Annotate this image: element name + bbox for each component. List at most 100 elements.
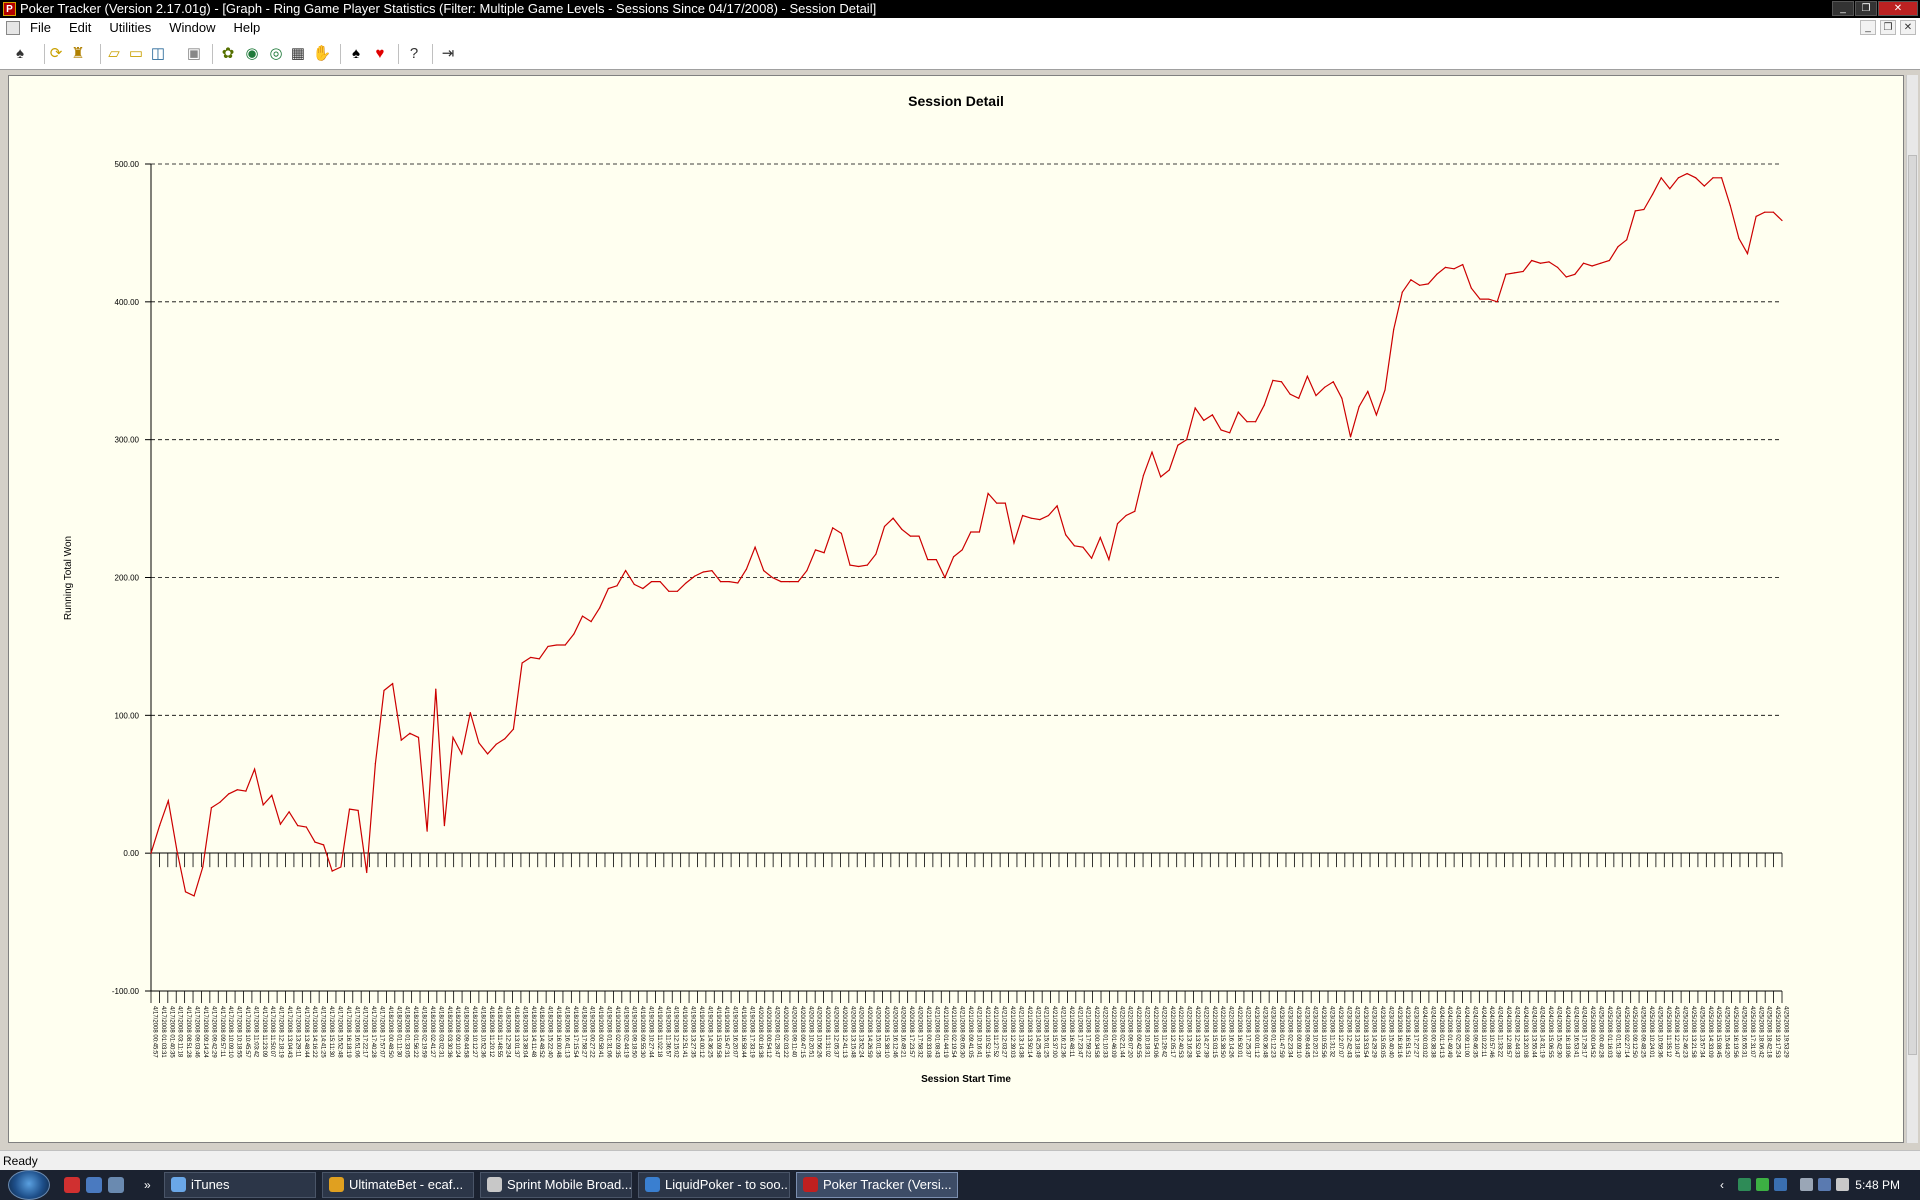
x-tick-label: 4/18/2008 02:19:59 (421, 1006, 427, 1058)
x-tick-label: 4/24/2008 13:20:08 (1522, 1006, 1528, 1058)
x-tick-label: 4/24/2008 15:06:55 (1547, 1006, 1553, 1058)
refresh-icon[interactable]: ⟳ (46, 44, 66, 64)
x-tick-label: 4/23/2008 01:47:59 (1278, 1006, 1284, 1058)
x-tick-label: 4/23/2008 13:18:18 (1354, 1006, 1360, 1058)
player-swap-icon[interactable]: ♠ (10, 44, 30, 64)
show-desktop-icon[interactable] (86, 1177, 102, 1193)
x-tick-label: 4/22/2008 15:03:15 (1211, 1006, 1217, 1058)
x-tick-label: 4/21/2008 12:39:03 (1009, 1006, 1015, 1058)
x-tick-label: 4/18/2008 14:48:52 (538, 1006, 544, 1058)
x-tick-label: 4/21/2008 02:19:54 (950, 1006, 956, 1058)
x-tick-label: 4/17/2008 10:09:10 (227, 1006, 233, 1058)
x-tick-label: 4/17/2008 17:22:17 (362, 1006, 368, 1058)
sprint-tray-icon[interactable] (1756, 1178, 1769, 1191)
x-tick-label: 4/17/2008 09:14:24 (202, 1006, 208, 1058)
x-tick-label: 4/17/2008 13:04:43 (286, 1006, 292, 1058)
open-folder-icon[interactable]: ▱ (104, 44, 124, 64)
x-tick-label: 4/23/2008 12:07:07 (1337, 1006, 1343, 1058)
taskbar-button-label: LiquidPoker - to soo... (665, 1177, 790, 1192)
x-tick-label: 4/18/2008 13:38:04 (521, 1006, 527, 1058)
x-tick-label: 4/18/2008 01:33:05 (404, 1006, 410, 1058)
update-icon[interactable]: ◉ (242, 44, 262, 64)
menu-edit[interactable]: Edit (69, 18, 91, 38)
chart-title: Session Detail (908, 93, 1004, 109)
minimize-button[interactable]: _ (1832, 1, 1854, 16)
y-tick-labels: 500.00 400.00 300.00 200.00 100.00 0.00 -100.0… (112, 160, 140, 996)
taskbar-button-poker-tracker[interactable]: Poker Tracker (Versi... (796, 1172, 958, 1198)
x-tick-label: 4/20/2008 14:26:59 (866, 1006, 872, 1058)
x-tick-label: 4/21/2008 13:50:14 (1026, 1006, 1032, 1058)
x-tick-label: 4/24/2008 15:42:30 (1556, 1006, 1562, 1058)
clock[interactable]: 5:48 PM (1855, 1170, 1900, 1200)
grid-icon[interactable]: ▦ (288, 44, 308, 64)
chevron-right-icon[interactable]: » (144, 1170, 151, 1200)
x-tick-label: 4/25/2008 09:12:50 (1631, 1006, 1637, 1058)
y-tick-label: 200.00 (115, 574, 140, 583)
x-tick-label: 4/19/2008 01:31:06 (605, 1006, 611, 1058)
x-tick-label: 4/24/2008 17:29:17 (1581, 1006, 1587, 1058)
x-tick-label: 4/21/2008 17:59:22 (1085, 1006, 1091, 1058)
volume-icon[interactable] (1836, 1178, 1849, 1191)
x-tick-label: 4/18/2008 17:58:27 (580, 1006, 586, 1058)
import-icon[interactable]: ✿ (218, 44, 238, 64)
x-tick-label: 4/22/2008 13:52:04 (1194, 1006, 1200, 1058)
title-bar[interactable]: P Poker Tracker (Version 2.17.01g) - [Gr… (0, 0, 1920, 18)
menu-bar: File Edit Utilities Window Help _ ❐ ✕ (0, 18, 1920, 38)
help-icon[interactable]: ? (404, 44, 424, 64)
x-tick-label: 4/22/2008 09:07:20 (1127, 1006, 1133, 1058)
menu-utilities[interactable]: Utilities (109, 18, 151, 38)
close-button[interactable]: ✕ (1878, 1, 1918, 16)
auto-import-icon[interactable]: ◎ (266, 44, 286, 64)
taskbar-button-sprint[interactable]: Sprint Mobile Broad... (480, 1172, 632, 1198)
mdi-close-button[interactable]: ✕ (1900, 20, 1916, 35)
restore-button[interactable]: ❐ (1855, 1, 1877, 16)
menu-file[interactable]: File (30, 18, 51, 38)
switch-windows-icon[interactable] (108, 1177, 124, 1193)
y-axis-label: Running Total Won (63, 536, 74, 620)
scrollbar-thumb[interactable] (1908, 155, 1917, 1055)
network-icon[interactable] (1738, 1178, 1751, 1191)
poker-tracker-app-icon[interactable]: P (3, 2, 16, 16)
x-tick-label: 4/19/2008 02:09:35 (614, 1006, 620, 1058)
x-tick-label: 4/20/2008 00:16:38 (757, 1006, 763, 1058)
x-tick-label: 4/18/2008 15:22:40 (547, 1006, 553, 1058)
taskbar-button-liquidpoker[interactable]: LiquidPoker - to soo... (638, 1172, 790, 1198)
x-tick-label: 4/20/2008 10:56:26 (816, 1006, 822, 1058)
vertical-scrollbar[interactable] (1906, 75, 1918, 1143)
heart-icon[interactable]: ♥ (370, 44, 390, 64)
document-icon[interactable] (6, 21, 20, 35)
x-tick-label: 4/25/2008 17:31:07 (1749, 1006, 1755, 1058)
exit-icon[interactable]: ⇥ (438, 44, 458, 64)
folder-icon[interactable]: ▭ (126, 44, 146, 64)
x-tick-label: 4/23/2008 15:40:40 (1387, 1006, 1393, 1058)
x-tick-label: 4/25/2008 19:53:29 (1783, 1006, 1789, 1058)
x-tick-label: 4/25/2008 15:08:45 (1715, 1006, 1721, 1058)
x-tick-label: 4/22/2008 01:10:33 (1102, 1006, 1108, 1058)
battery-icon[interactable] (1800, 1178, 1813, 1191)
trophy-icon[interactable]: ♜ (68, 44, 88, 64)
aim-icon[interactable] (64, 1177, 80, 1193)
database-icon[interactable]: ◫ (148, 44, 168, 64)
save-icon[interactable]: ▣ (184, 44, 204, 64)
hand-icon[interactable]: ✋ (312, 44, 332, 64)
x-tick-label: 4/21/2008 09:05:30 (959, 1006, 965, 1058)
taskbar-button-itunes[interactable]: iTunes (164, 1172, 316, 1198)
x-tick-label: 4/24/2008 01:49:49 (1446, 1006, 1452, 1058)
tray-expand-icon[interactable]: ‹ (1720, 1170, 1724, 1200)
x-tick-label: 4/20/2008 09:11:40 (790, 1006, 796, 1058)
mdi-restore-button[interactable]: ❐ (1880, 20, 1896, 35)
mdi-minimize-button[interactable]: _ (1860, 20, 1876, 35)
menu-help[interactable]: Help (234, 18, 261, 38)
start-button[interactable] (8, 1170, 50, 1200)
menu-window[interactable]: Window (169, 18, 215, 38)
x-tick-label: 4/21/2008 17:23:47 (1076, 1006, 1082, 1058)
spade-icon[interactable]: ♠ (346, 44, 366, 64)
x-tick-label: 4/21/2008 10:16:41 (975, 1006, 981, 1058)
app-tray-icon[interactable] (1774, 1178, 1787, 1191)
taskbar-button-ultimatebet[interactable]: UltimateBet - ecaf... (322, 1172, 474, 1198)
connection-icon[interactable] (1818, 1178, 1831, 1191)
x-tick-label: 4/25/2008 18:42:18 (1766, 1006, 1772, 1058)
x-tick-label: 4/25/2008 12:10:47 (1673, 1006, 1679, 1058)
x-tick-label: 4/22/2008 02:21:44 (1118, 1006, 1124, 1058)
ultimatebet-icon (329, 1177, 344, 1192)
